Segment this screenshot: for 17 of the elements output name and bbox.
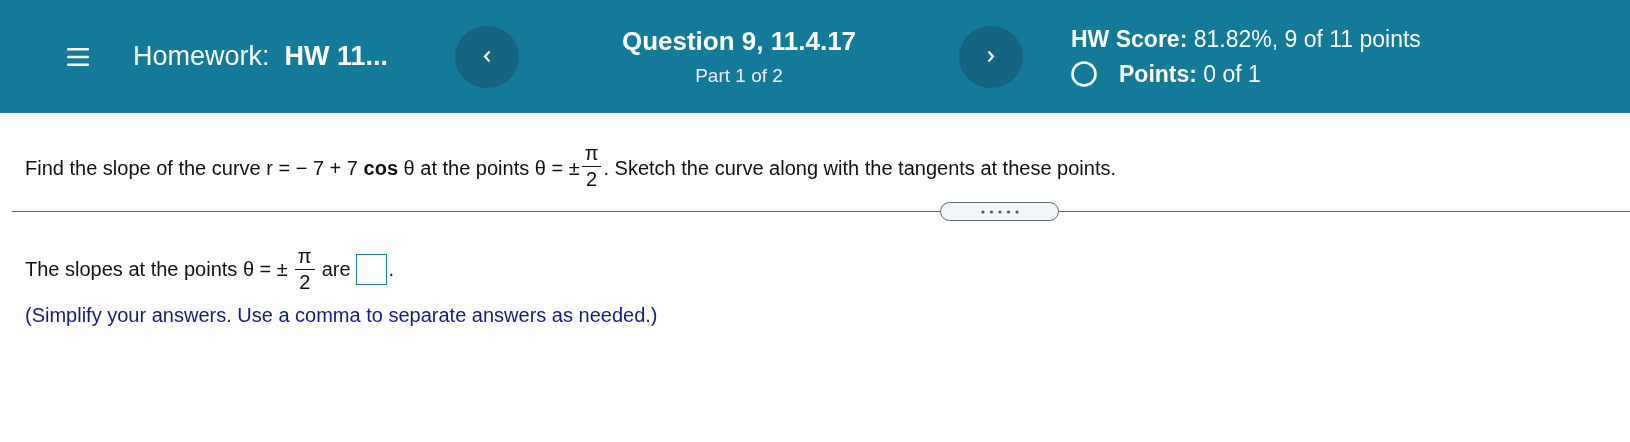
dots-icon (980, 209, 1019, 214)
fraction: π 2 (294, 246, 315, 292)
points-score: Points: 0 of 1 (1119, 60, 1261, 88)
part-label: Part 1 of 2 (694, 65, 784, 87)
answer-box[interactable] (355, 253, 387, 285)
menu-icon[interactable] (67, 46, 89, 67)
instruction-text: (Simplify your answers. Use a comma to separate answers as needed.) (25, 304, 659, 327)
chevron-right-icon (987, 50, 995, 63)
circle-icon (1071, 61, 1097, 87)
expand-button[interactable] (940, 202, 1059, 221)
answer-text: are (321, 257, 351, 281)
answer-text: . (388, 257, 395, 281)
homework-title: Homework: HW 11... (133, 41, 390, 72)
answer-text: The slopes at the points θ = ± (25, 257, 288, 281)
chevron-left-icon (483, 50, 491, 63)
question-title: Question 9, 11.4.17 (620, 26, 858, 57)
hw-score: HW Score: 81.82%, 9 of 11 points (1071, 25, 1421, 53)
